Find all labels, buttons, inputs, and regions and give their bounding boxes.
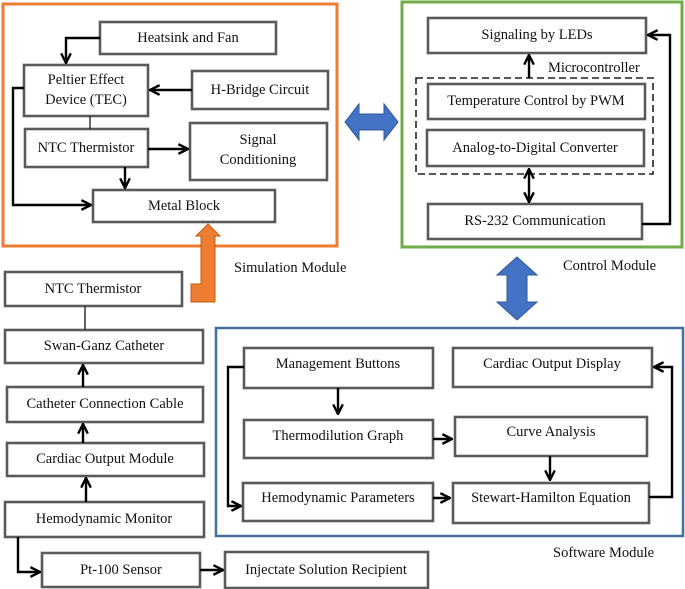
pwm-label: Temperature Control by PWM — [447, 93, 624, 109]
hemo-params-label: Hemodynamic Parameters — [261, 490, 415, 506]
peltier-label-2: Device (TEC) — [45, 92, 127, 108]
software-module-label: Software Module — [553, 545, 654, 561]
simulation-module-label: Simulation Module — [234, 260, 346, 276]
co-module-label: Cardiac Output Module — [36, 451, 174, 467]
control-software-double-arrow — [495, 256, 539, 321]
simulation-module: Heatsink and Fan Peltier Effect Device (… — [1, 2, 339, 248]
mgmt-buttons-label: Management Buttons — [276, 356, 401, 372]
microcontroller-label: Microcontroller — [548, 60, 640, 76]
thermo-graph-label: Thermodilution Graph — [273, 428, 405, 444]
system-block-diagram: Heatsink and Fan Peltier Effect Device (… — [1, 0, 685, 589]
metal-block-label: Metal Block — [148, 198, 221, 214]
adc-label: Analog-to-Digital Converter — [452, 140, 618, 156]
sim-control-double-arrow — [344, 102, 399, 142]
heatsink-label: Heatsink and Fan — [137, 30, 239, 46]
rs232-label: RS-232 Communication — [464, 213, 606, 229]
pt100-label: Pt-100 Sensor — [80, 562, 162, 578]
control-module-label: Control Module — [563, 258, 656, 274]
injectate-label: Injectate Solution Recipient — [245, 562, 407, 578]
signal-label-2: Conditioning — [220, 152, 297, 168]
control-module: Signaling by LEDs Microcontroller Temper… — [400, 0, 684, 249]
hbridge-label: H-Bridge Circuit — [211, 82, 310, 98]
curve-analysis-label: Curve Analysis — [506, 424, 595, 440]
monitor-to-pt100-arrow — [16, 537, 40, 572]
mgmt-to-params-arrow — [226, 365, 244, 506]
ntc-thermistor-label: NTC Thermistor — [45, 281, 142, 297]
heatsink-to-peltier-arrow — [66, 36, 100, 63]
stewart-label: Stewart-Hamilton Equation — [471, 490, 632, 506]
leds-label: Signaling by LEDs — [481, 27, 593, 43]
sim-ntc-label: NTC Thermistor — [38, 140, 135, 156]
orange-connector-arrow — [190, 223, 222, 303]
peltier-label-1: Peltier Effect — [48, 72, 125, 88]
swan-ganz-label: Swan-Ganz Catheter — [44, 338, 165, 354]
software-module: Management Buttons Cardiac Output Displa… — [214, 326, 685, 538]
signal-label-1: Signal — [239, 132, 276, 148]
cable-label: Catheter Connection Cable — [26, 396, 183, 412]
rs232-to-leds-arrow — [642, 35, 672, 226]
co-display-label: Cardiac Output Display — [483, 356, 621, 372]
monitor-label: Hemodynamic Monitor — [36, 511, 173, 527]
